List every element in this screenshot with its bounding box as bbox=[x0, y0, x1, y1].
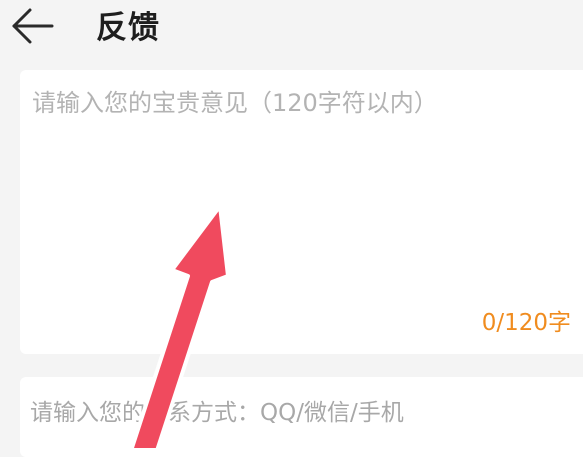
app-header: 反馈 bbox=[0, 0, 583, 62]
back-button[interactable] bbox=[10, 4, 58, 48]
char-counter: 0/120字 bbox=[481, 310, 571, 336]
feedback-card: 0/120字 bbox=[20, 70, 583, 354]
page-title: 反馈 bbox=[96, 10, 160, 46]
arrow-left-icon bbox=[12, 8, 54, 44]
feedback-input[interactable] bbox=[32, 86, 572, 286]
contact-input[interactable] bbox=[30, 395, 550, 431]
contact-card bbox=[20, 377, 583, 457]
